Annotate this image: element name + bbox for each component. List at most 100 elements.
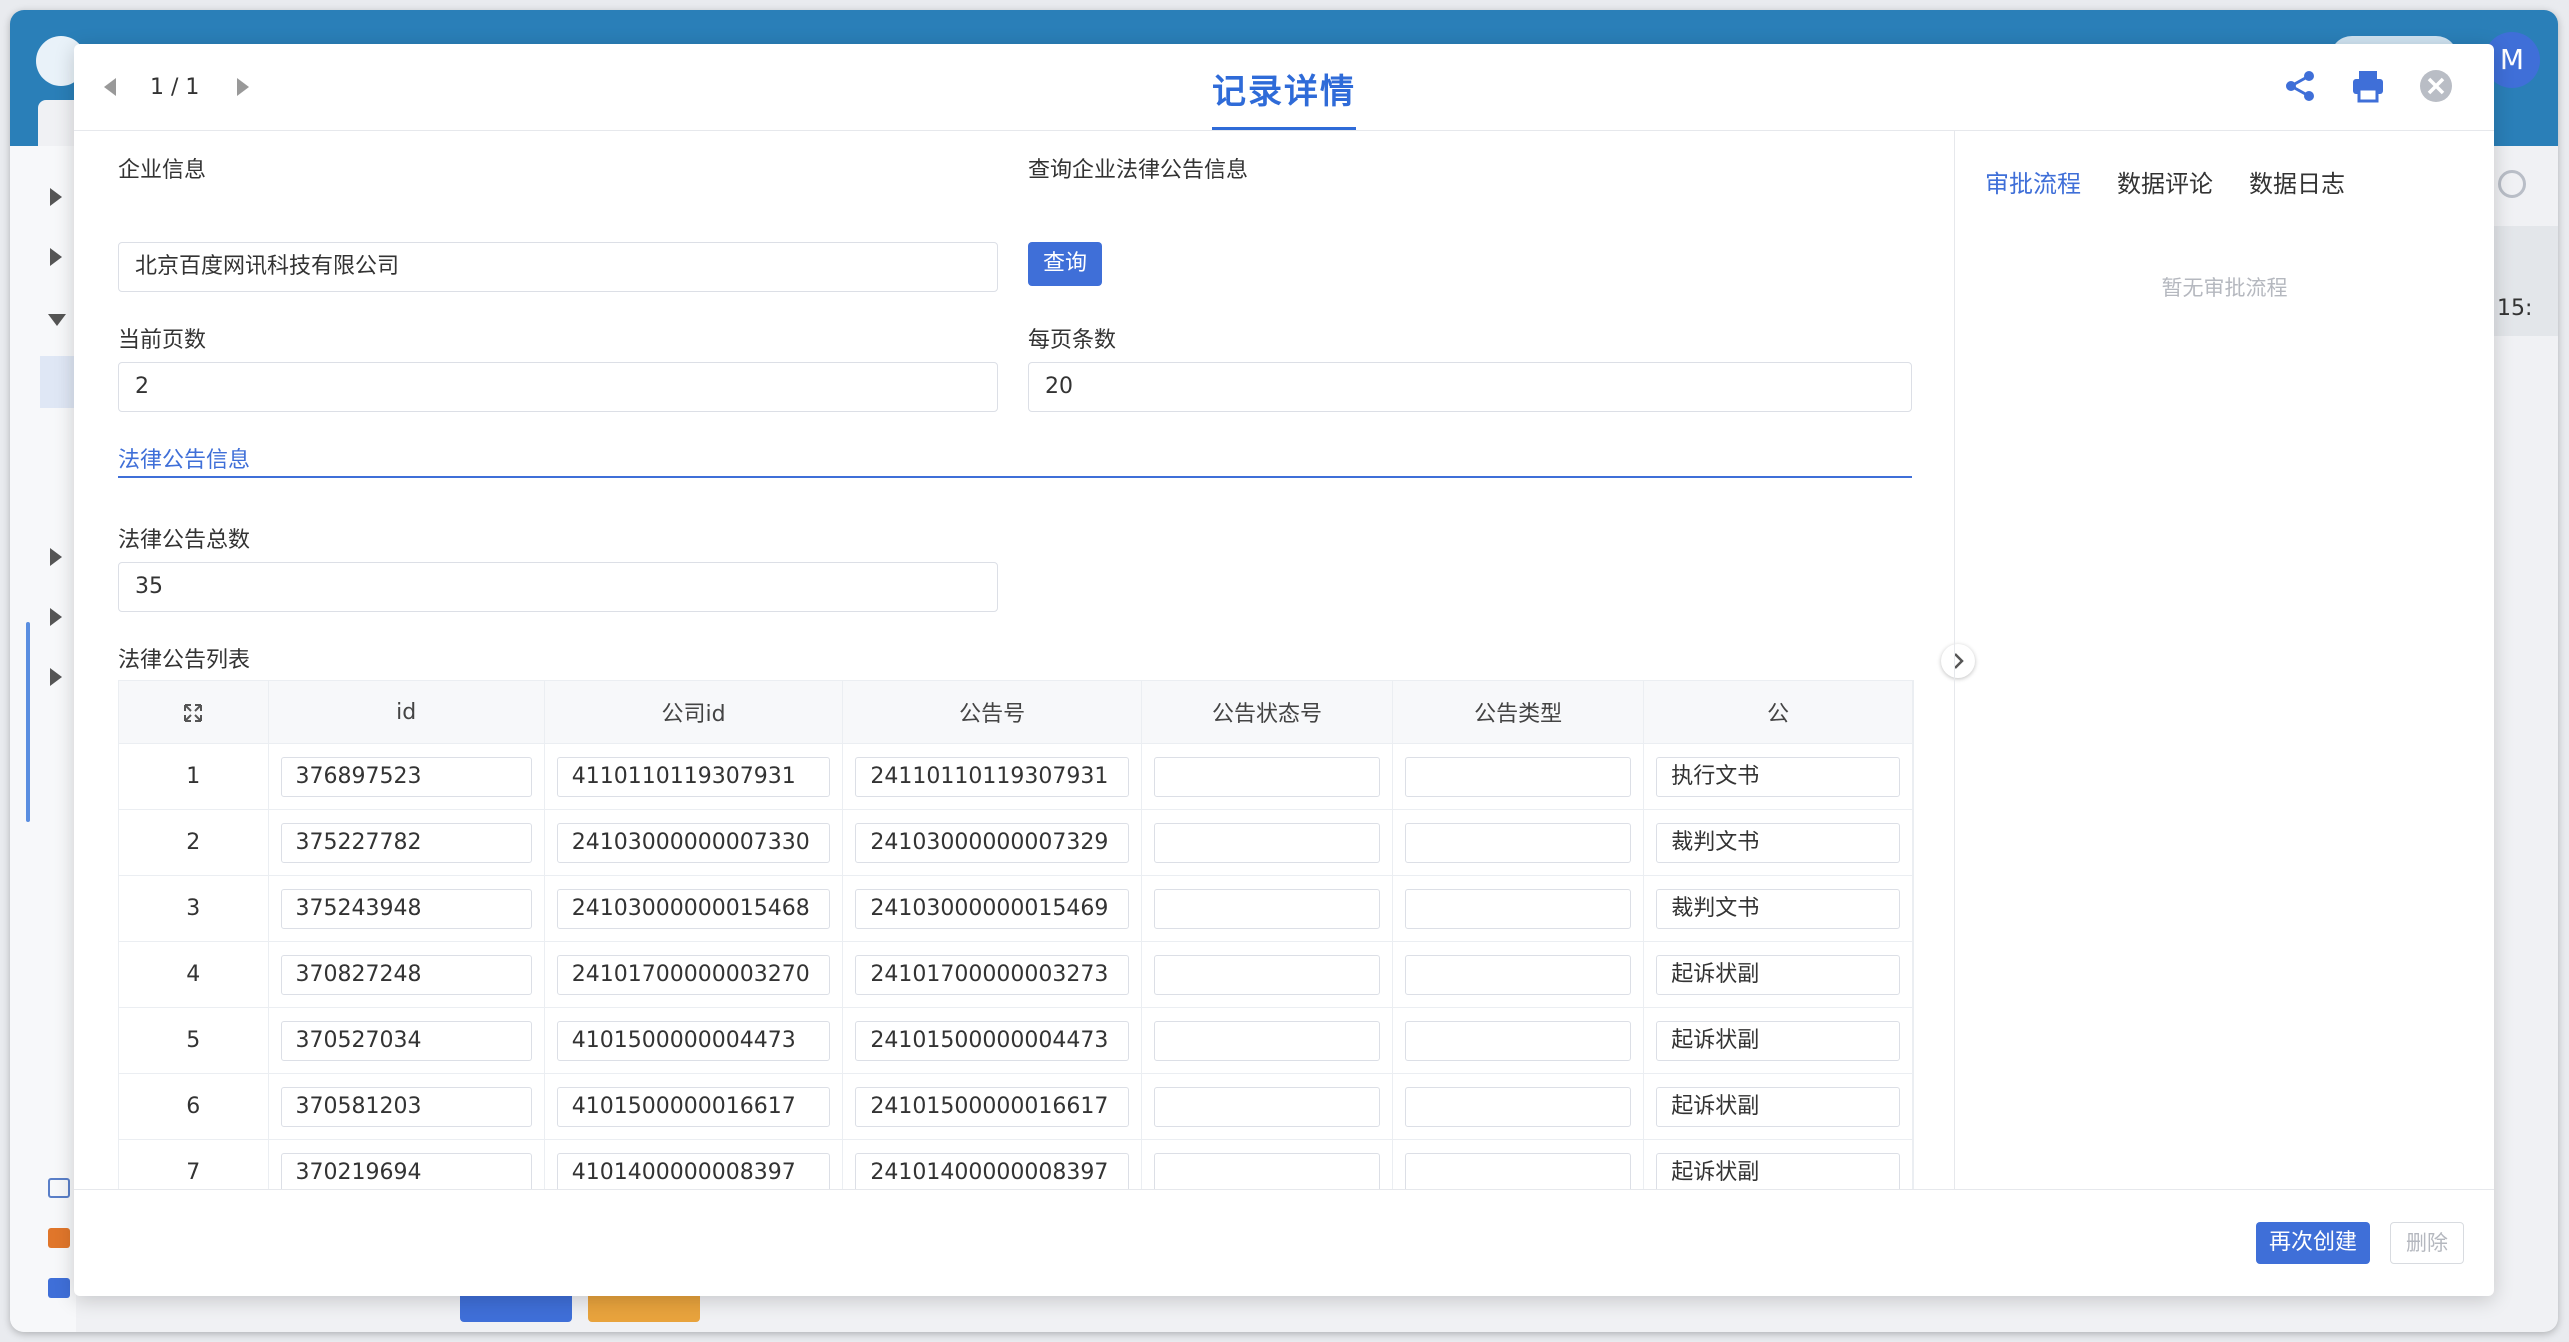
delete-button[interactable]: 删除 [2390,1222,2464,1264]
table-cell: 起诉状副 [1643,941,1913,1008]
table-cell: 375243948 [268,875,545,942]
sidebar-expand-icon[interactable] [50,668,62,686]
table-cell: 裁判文书 [1643,875,1913,942]
column-header[interactable]: 公司id [544,681,844,744]
company-field[interactable]: 北京百度网讯科技有限公司 [118,242,998,292]
cell-type-field[interactable] [1405,822,1632,863]
cell-status-no-field[interactable] [1153,1152,1381,1190]
cell-extra-field[interactable]: 裁判文书 [1656,822,1900,863]
table-cell: 375227782 [268,809,545,876]
sidebar-collapse-icon[interactable] [48,314,66,326]
tab-approval-flow[interactable]: 审批流程 [1985,164,2081,199]
cell-notice-no-field[interactable]: 24110110119307931 [855,756,1129,797]
sidebar-expand-icon[interactable] [50,608,62,626]
close-icon[interactable] [2418,68,2454,104]
cell-extra-field[interactable]: 起诉状副 [1656,954,1900,995]
prev-record-icon[interactable] [104,78,116,96]
table-icon[interactable] [48,1228,70,1248]
cell-extra-field[interactable]: 起诉状副 [1656,1086,1900,1127]
column-header[interactable]: id [268,681,545,744]
table-body: 1 376897523 4110110119307931 24110110119307… [119,743,1913,1190]
cell-type-field[interactable] [1405,1086,1632,1127]
cell-id-field[interactable]: 376897523 [280,756,532,797]
sidebar-scroll-indicator [26,622,30,822]
cell-type-field[interactable] [1405,954,1632,995]
cell-id-field[interactable]: 370581203 [280,1086,532,1127]
cell-id-field[interactable]: 370219694 [280,1152,532,1190]
record-detail-modal: 1 / 1 记录详情 企业信息 北京百度网讯科技有限公司 查询企业法律公告信息 … [74,44,2494,1296]
column-header[interactable]: 公告状态号 [1141,681,1394,744]
cell-status-no-field[interactable] [1153,756,1381,797]
sidebar-expand-icon[interactable] [50,188,62,206]
expand-column-header[interactable] [119,681,269,744]
cell-status-no-field[interactable] [1153,1020,1381,1061]
cell-company-id-field[interactable]: 24103000000007330 [556,822,831,863]
cell-notice-no-field[interactable]: 24103000000015469 [855,888,1129,929]
sidebar-expand-icon[interactable] [50,548,62,566]
notice-table-grid: id 公司id 公告号 公告状态号 公告类型 公 1 376897523 41101… [119,681,1913,1190]
cell-notice-no-field[interactable]: 24101700000003273 [855,954,1129,995]
cell-company-id-field[interactable]: 24101700000003270 [556,954,831,995]
table-cell: 4101500000016617 [544,1073,844,1140]
table-cell [1392,875,1645,942]
table-cell: 370527034 [268,1007,545,1074]
next-record-icon[interactable] [237,78,250,96]
folder-icon[interactable] [48,1278,70,1298]
tab-data-log[interactable]: 数据日志 [2249,164,2345,199]
cell-company-id-field[interactable]: 4101400000008397 [556,1152,831,1190]
table-cell [1141,1073,1394,1140]
cell-id-field[interactable]: 370827248 [280,954,532,995]
page-size-label: 每页条数 [1028,328,1117,353]
cell-company-id-field[interactable]: 4101500000004473 [556,1020,831,1061]
column-header[interactable]: 公告号 [842,681,1142,744]
cell-notice-no-field[interactable]: 24101500000004473 [855,1020,1129,1061]
query-button[interactable]: 查询 [1028,242,1102,286]
cell-type-field[interactable] [1405,888,1632,929]
table-row: 4 370827248 24101700000003270 2410170000000… [119,941,1913,1008]
cell-notice-no-field[interactable]: 24103000000007329 [855,822,1129,863]
cell-type-field[interactable] [1405,1152,1632,1190]
cell-status-no-field[interactable] [1153,888,1381,929]
table-cell: 24103000000007330 [544,809,844,876]
sidebar-expand-icon[interactable] [50,248,62,266]
sidebar-selected-item[interactable] [40,356,76,408]
cell-company-id-field[interactable]: 24103000000015468 [556,888,831,929]
column-header[interactable]: 公 [1643,681,1913,744]
total-field[interactable]: 35 [118,562,998,612]
table-cell: 24101700000003270 [544,941,844,1008]
table-cell [1392,941,1645,1008]
cell-company-id-field[interactable]: 4101500000016617 [556,1086,831,1127]
table-cell: 4101500000004473 [544,1007,844,1074]
refresh-icon[interactable] [2498,170,2526,198]
cell-type-field[interactable] [1405,1020,1632,1061]
cell-notice-no-field[interactable]: 24101500000016617 [855,1086,1129,1127]
cell-notice-no-field[interactable]: 24101400000008397 [855,1152,1129,1190]
tab-data-comments[interactable]: 数据评论 [2117,164,2213,199]
cell-extra-field[interactable]: 起诉状副 [1656,1020,1900,1061]
cell-status-no-field[interactable] [1153,1086,1381,1127]
recreate-button[interactable]: 再次创建 [2256,1222,2370,1264]
table-cell [1392,743,1645,810]
table-row: 6 370581203 4101500000016617 24101500000016… [119,1073,1913,1140]
cell-extra-field[interactable]: 起诉状副 [1656,1152,1900,1190]
cell-company-id-field[interactable]: 4110110119307931 [556,756,831,797]
page-field[interactable]: 2 [118,362,998,412]
cell-status-no-field[interactable] [1153,822,1381,863]
cell-status-no-field[interactable] [1153,954,1381,995]
cell-extra-field[interactable]: 裁判文书 [1656,888,1900,929]
cell-id-field[interactable]: 370527034 [280,1020,532,1061]
cell-extra-field[interactable]: 执行文书 [1656,756,1900,797]
cell-type-field[interactable] [1405,756,1632,797]
expand-icon[interactable] [182,702,204,724]
page-size-field[interactable]: 20 [1028,362,1912,412]
total-label: 法律公告总数 [118,528,251,553]
cell-id-field[interactable]: 375243948 [280,888,532,929]
row-index: 6 [119,1073,269,1140]
share-icon[interactable] [2282,68,2318,104]
cell-id-field[interactable]: 375227782 [280,822,532,863]
print-icon[interactable] [2350,68,2386,104]
table-cell [1392,1073,1645,1140]
table-cell [1141,1007,1394,1074]
form-icon[interactable] [48,1178,70,1198]
column-header[interactable]: 公告类型 [1392,681,1645,744]
